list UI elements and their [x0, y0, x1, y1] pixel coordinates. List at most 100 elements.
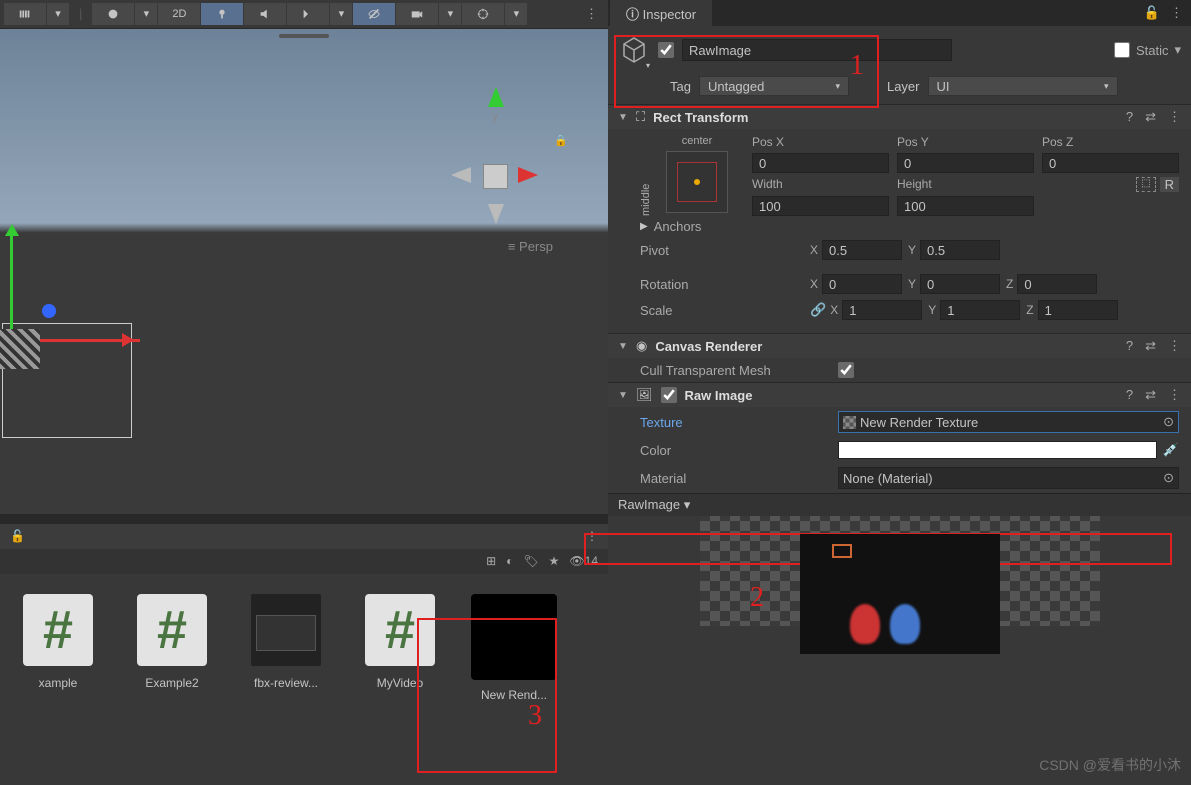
- orientation-gizmo[interactable]: y: [448, 129, 548, 229]
- scene-view[interactable]: y 🔒 Persp: [0, 29, 608, 515]
- annotation-num-1: 1: [850, 50, 864, 82]
- pivot-x-input[interactable]: [822, 240, 902, 260]
- constrain-icon[interactable]: 🔗: [810, 302, 826, 318]
- cull-checkbox[interactable]: [838, 362, 854, 378]
- layer-dropdown[interactable]: UI: [928, 76, 1118, 96]
- scale-label: Scale: [640, 303, 810, 318]
- panel-handle[interactable]: [279, 34, 329, 38]
- shading-btn[interactable]: [92, 3, 134, 25]
- foldout-icon[interactable]: ▼: [618, 390, 628, 401]
- shading-dropdown[interactable]: ▾: [135, 3, 157, 25]
- menu-icon[interactable]: ⋮: [1170, 5, 1183, 21]
- lock-icon[interactable]: 🔓: [1144, 5, 1160, 21]
- asset-thumb-script: #: [23, 594, 93, 666]
- help-icon[interactable]: ?: [1126, 338, 1133, 354]
- component-enabled-checkbox[interactable]: [661, 387, 677, 403]
- object-picker-icon[interactable]: ⊙: [1163, 414, 1174, 430]
- preset-icon[interactable]: ⇄: [1145, 387, 1156, 403]
- pivot-y-input[interactable]: [920, 240, 1000, 260]
- asset-item-selected[interactable]: New Rend...: [466, 594, 562, 775]
- inspector-tab[interactable]: ⓘ Inspector: [610, 0, 712, 27]
- dropdown-btn[interactable]: ▾: [47, 3, 69, 25]
- tag-dropdown[interactable]: Untagged: [699, 76, 849, 96]
- gameobject-icon[interactable]: ▾: [618, 34, 650, 66]
- project-search-bar: ⊞ ◐ 🏷 ★ 👁14: [0, 549, 608, 574]
- component-title: Rect Transform: [653, 110, 748, 125]
- help-icon[interactable]: ?: [1126, 387, 1133, 403]
- asset-item[interactable]: # MyVideo: [352, 594, 448, 775]
- asset-label: fbx-review...: [238, 676, 334, 690]
- component-header[interactable]: ▼ ⛶ Rect Transform ? ⇄ ⋮: [608, 105, 1191, 129]
- asset-item[interactable]: fbx-review...: [238, 594, 334, 775]
- camera-btn[interactable]: [396, 3, 438, 25]
- gizmo-z-handle[interactable]: [42, 304, 56, 318]
- raw-edit-icon[interactable]: R: [1160, 177, 1179, 192]
- static-dropdown[interactable]: ▾: [1174, 42, 1181, 58]
- projection-label[interactable]: Persp: [508, 239, 553, 254]
- menu-icon[interactable]: ⋮: [1168, 338, 1181, 354]
- enabled-checkbox[interactable]: [658, 42, 674, 58]
- lock-icon[interactable]: 🔒: [554, 134, 568, 147]
- camera-dropdown[interactable]: ▾: [439, 3, 461, 25]
- preset-icon[interactable]: ⇄: [1145, 338, 1156, 354]
- eyedropper-icon[interactable]: 💉: [1163, 442, 1179, 458]
- preview-header[interactable]: RawImage ▾: [608, 493, 1191, 516]
- scale-z-input[interactable]: [1038, 300, 1118, 320]
- gizmos-btn[interactable]: [462, 3, 504, 25]
- hidden-toggle[interactable]: [353, 3, 395, 25]
- menu-icon[interactable]: ⋮: [1168, 109, 1181, 125]
- pos-y-input[interactable]: [897, 153, 1034, 173]
- height-input[interactable]: [897, 196, 1034, 216]
- gizmo-neg-y-cone[interactable]: [488, 204, 504, 232]
- lock-icon[interactable]: 🔓: [10, 529, 25, 543]
- foldout-icon[interactable]: ▼: [618, 341, 628, 352]
- material-label: Material: [640, 471, 838, 486]
- rot-x-input[interactable]: [822, 274, 902, 294]
- asset-item[interactable]: # xample: [10, 594, 106, 775]
- gizmo-neg-x-cone[interactable]: [443, 167, 471, 183]
- type-filter-icon[interactable]: ◐: [506, 554, 513, 568]
- selected-object[interactable]: [0, 329, 40, 369]
- fx-toggle[interactable]: [287, 3, 329, 25]
- fx-dropdown[interactable]: ▾: [330, 3, 352, 25]
- gizmo-x-cone[interactable]: [518, 167, 546, 183]
- help-icon[interactable]: ?: [1126, 109, 1133, 125]
- gizmo-y-axis[interactable]: [10, 229, 13, 339]
- gizmo-y-cone[interactable]: [488, 79, 504, 107]
- object-picker-icon[interactable]: ⊙: [1163, 470, 1174, 486]
- preset-icon[interactable]: ⇄: [1145, 109, 1156, 125]
- object-name-input[interactable]: [682, 39, 952, 61]
- material-field[interactable]: None (Material) ⊙: [838, 467, 1179, 489]
- color-field[interactable]: [838, 441, 1157, 459]
- component-header[interactable]: ▼ ◉ Canvas Renderer ? ⇄ ⋮: [608, 334, 1191, 358]
- pos-z-input[interactable]: [1042, 153, 1179, 173]
- tag-layer-row: Tag Untagged Layer UI: [608, 74, 1191, 104]
- filter-icon[interactable]: ⊞: [486, 554, 496, 568]
- width-input[interactable]: [752, 196, 889, 216]
- preview-image: [800, 534, 1000, 654]
- anchors-label[interactable]: Anchors: [654, 219, 824, 234]
- texture-icon: [843, 416, 856, 429]
- anchor-preset-button[interactable]: [666, 151, 728, 213]
- menu-icon[interactable]: ⋮: [579, 6, 604, 22]
- menu-icon[interactable]: ⋮: [586, 529, 598, 543]
- pos-x-input[interactable]: [752, 153, 889, 173]
- foldout-icon[interactable]: ▼: [618, 112, 628, 123]
- menu-icon[interactable]: ⋮: [1168, 387, 1181, 403]
- scale-y-input[interactable]: [940, 300, 1020, 320]
- 2d-toggle[interactable]: 2D: [158, 3, 200, 25]
- gizmos-dropdown[interactable]: ▾: [505, 3, 527, 25]
- rot-y-input[interactable]: [920, 274, 1000, 294]
- lighting-toggle[interactable]: [201, 3, 243, 25]
- label-filter-icon[interactable]: 🏷: [523, 554, 538, 568]
- asset-item[interactable]: # Example2: [124, 594, 220, 775]
- audio-toggle[interactable]: [244, 3, 286, 25]
- favorite-icon[interactable]: ★: [549, 554, 560, 568]
- tool-btn[interactable]: [4, 3, 46, 25]
- static-checkbox[interactable]: [1114, 42, 1130, 58]
- texture-field[interactable]: New Render Texture ⊙: [838, 411, 1179, 433]
- scale-x-input[interactable]: [842, 300, 922, 320]
- component-header[interactable]: ▼ 🖼 Raw Image ? ⇄ ⋮: [608, 383, 1191, 407]
- rot-z-input[interactable]: [1017, 274, 1097, 294]
- blueprint-icon[interactable]: ⬚: [1136, 177, 1155, 192]
